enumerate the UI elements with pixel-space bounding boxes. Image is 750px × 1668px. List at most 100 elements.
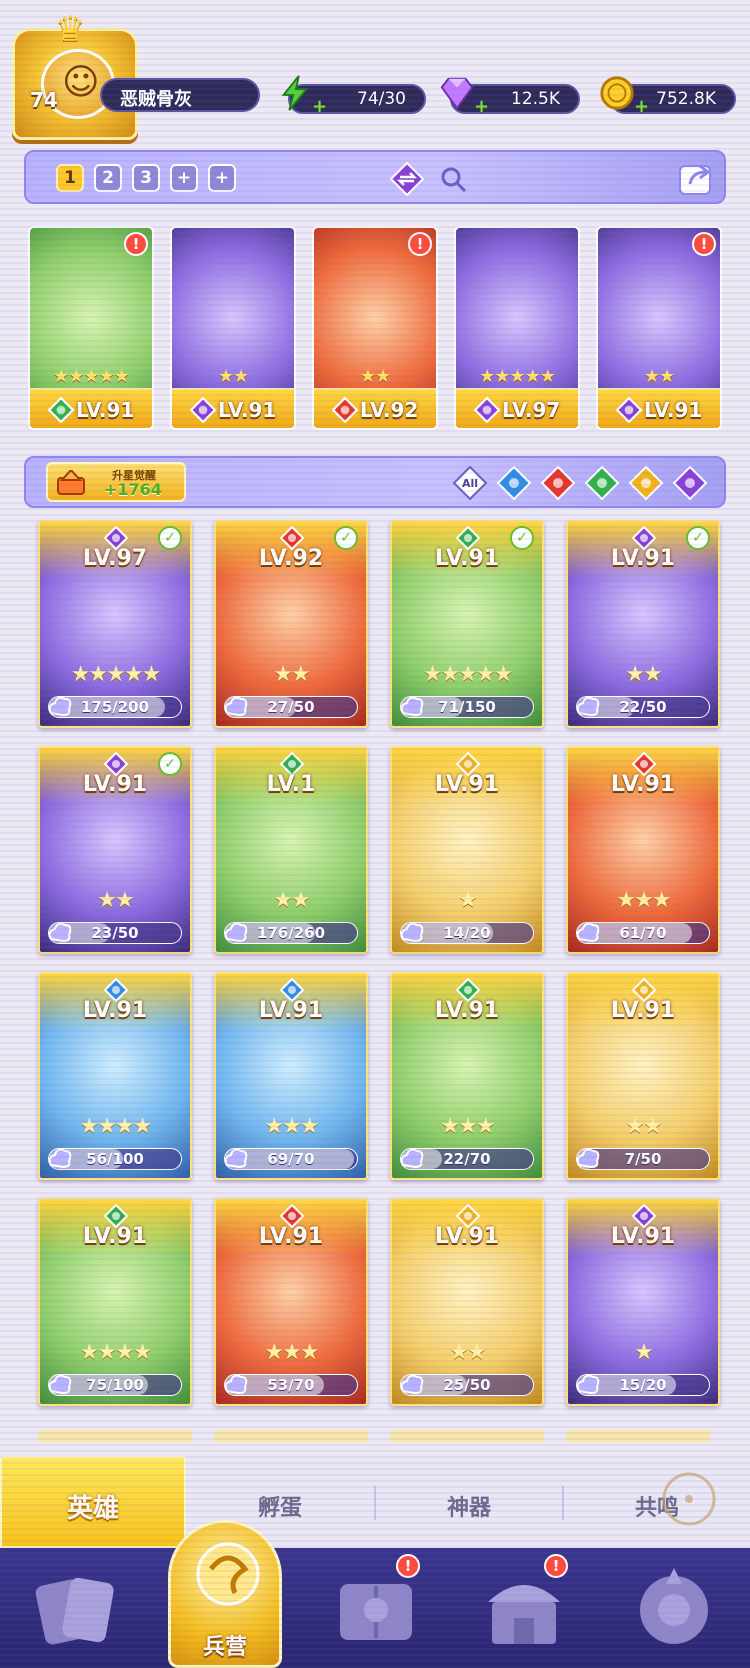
team-tab-2[interactable]: 2 [94, 164, 122, 192]
nav-guild[interactable] [624, 1562, 724, 1658]
subtab-heroes[interactable]: 英雄 [0, 1456, 186, 1548]
energy-value: 74/30 [357, 89, 406, 109]
hero-card[interactable]: LV.91 ★★★ 61/70 [566, 746, 720, 954]
hero-subtabs: 英雄 孵蛋 神器 共鸣 [0, 1456, 750, 1548]
next-row-peek [38, 1430, 710, 1442]
cards-icon [35, 1577, 114, 1645]
hero-card[interactable]: LV.92 ✓ ★★ 27/50 [214, 520, 368, 728]
filter-dark-icon[interactable] [672, 465, 708, 501]
info-icon[interactable] [660, 1470, 718, 1528]
add-gold-icon[interactable]: + [634, 96, 649, 117]
dark-element-icon [190, 397, 216, 423]
hero-level: LV.91 [610, 1224, 676, 1249]
star-rating: ★★★★★ [53, 366, 130, 387]
gems-value: 12.5K [511, 89, 560, 109]
hero-card[interactable]: LV.91 ★★ 25/50 [390, 1198, 544, 1406]
team-slot[interactable]: ★★★★★ LV.91! [28, 226, 154, 430]
nav-book-badge: ! [396, 1554, 420, 1578]
team-slot[interactable]: ★★ LV.91 [170, 226, 296, 430]
subtab-heroes-label: 英雄 [66, 1494, 119, 1524]
hero-card[interactable]: LV.91 ★★★ 69/70 [214, 972, 368, 1180]
hero-card[interactable]: LV.91 ★ 14/20 [390, 746, 544, 954]
hero-level: LV.91 [610, 998, 676, 1023]
shard-progress-bar: 15/20 [576, 1374, 710, 1396]
nav-cards[interactable] [26, 1562, 126, 1658]
in-team-check-icon: ✓ [510, 526, 534, 550]
energy-pill[interactable]: + 74/30 [281, 75, 426, 117]
filter-water-icon[interactable] [496, 465, 532, 501]
team-tab-1[interactable]: 1 [56, 164, 84, 192]
shard-progress-bar: 75/100 [48, 1374, 182, 1396]
shard-count: 53/70 [267, 1376, 315, 1394]
gold-pill[interactable]: + 752.8K [600, 76, 736, 117]
in-team-check-icon: ✓ [334, 526, 358, 550]
fire-element-icon [332, 397, 358, 423]
shard-count: 56/100 [86, 1150, 144, 1168]
hero-card[interactable]: LV.91 ★★★★ 56/100 [38, 972, 192, 1180]
swap-icon[interactable] [389, 161, 425, 197]
shard-progress-bar: 22/50 [576, 696, 710, 718]
star-rating: ★★★★★ [422, 662, 514, 687]
star-rating: ★★ [273, 662, 310, 687]
shard-progress-bar: 27/50 [224, 696, 358, 718]
star-rating: ★★ [449, 1340, 486, 1365]
star-rating: ★★ [625, 662, 662, 687]
subtab-resonance[interactable]: 共鸣 [564, 1456, 750, 1548]
hero-card[interactable]: LV.91 ★★★ 53/70 [214, 1198, 368, 1406]
hero-card[interactable]: LV.91 ✓ ★★ 22/50 [566, 520, 720, 728]
alert-badge: ! [692, 232, 716, 256]
slot-level-bar: LV.91 [30, 388, 152, 428]
slot-level-bar: LV.97 [456, 388, 578, 428]
shard-count: 22/50 [619, 698, 667, 716]
star-rating: ★ [634, 1340, 654, 1365]
star-rating: ★★★ [264, 1114, 319, 1139]
nav-shop[interactable]: ! [474, 1554, 574, 1658]
team-slot[interactable]: ★★ LV.92! [312, 226, 438, 430]
subtab-artifacts-label: 神器 [446, 1496, 491, 1521]
add-gems-icon[interactable]: + [474, 96, 489, 117]
team-slot[interactable]: ★★★★★ LV.97 [454, 226, 580, 430]
star-rating: ★★ [97, 888, 134, 913]
hero-card[interactable]: LV.91 ★★ 7/50 [566, 972, 720, 1180]
shard-progress-bar: 7/50 [576, 1148, 710, 1170]
filter-light-icon[interactable] [628, 465, 664, 501]
nature-element-icon [48, 397, 74, 423]
shard-progress-bar: 56/100 [48, 1148, 182, 1170]
shard-progress-bar: 53/70 [224, 1374, 358, 1396]
nav-book[interactable]: ! [326, 1554, 426, 1658]
player-name-pill[interactable]: 恶贼骨灰 [100, 78, 260, 112]
team-preset-bar: 1 2 3 + + [24, 150, 726, 204]
team-tab-3[interactable]: 3 [132, 164, 160, 192]
player-level: 74 [30, 88, 58, 112]
star-rating: ★★★ [264, 1340, 319, 1365]
share-icon[interactable] [676, 158, 716, 198]
lightning-icon [281, 75, 309, 111]
star-rating: ★★★★ [79, 1114, 153, 1139]
hero-card[interactable]: LV.97 ✓ ★★★★★ 175/200 [38, 520, 192, 728]
shard-count: 75/100 [86, 1376, 144, 1394]
slot-level-bar: LV.92 [314, 388, 436, 428]
hero-level: LV.91 [644, 398, 703, 422]
shard-count: 27/50 [267, 698, 315, 716]
hero-card[interactable]: LV.91 ✓ ★★★★★ 71/150 [390, 520, 544, 728]
hero-card[interactable]: LV.91 ✓ ★★ 23/50 [38, 746, 192, 954]
add-energy-icon[interactable]: + [312, 96, 327, 117]
hero-card[interactable]: LV.91 ★ 15/20 [566, 1198, 720, 1406]
gems-pill[interactable]: + 12.5K [440, 77, 580, 117]
search-icon[interactable] [438, 164, 468, 194]
hero-card[interactable]: LV.1 ★★ 176/260 [214, 746, 368, 954]
hero-card[interactable]: LV.91 ★★★ 22/70 [390, 972, 544, 1180]
nav-barracks[interactable]: 兵营 [168, 1520, 282, 1668]
team-tab-add-2[interactable]: + [208, 164, 236, 192]
hero-level: LV.91 [610, 772, 676, 797]
filter-nature-icon[interactable] [584, 465, 620, 501]
star-awaken-button[interactable]: 升星觉醒 +1764 [46, 462, 186, 502]
filter-fire-icon[interactable] [540, 465, 576, 501]
filter-all-icon[interactable]: All [452, 465, 488, 501]
hero-card[interactable]: LV.91 ★★★★ 75/100 [38, 1198, 192, 1406]
star-rating: ★★ [643, 366, 675, 387]
team-tab-add-1[interactable]: + [170, 164, 198, 192]
subtab-artifacts[interactable]: 神器 [376, 1456, 562, 1548]
shard-progress-bar: 175/200 [48, 696, 182, 718]
team-slot[interactable]: ★★ LV.91! [596, 226, 722, 430]
